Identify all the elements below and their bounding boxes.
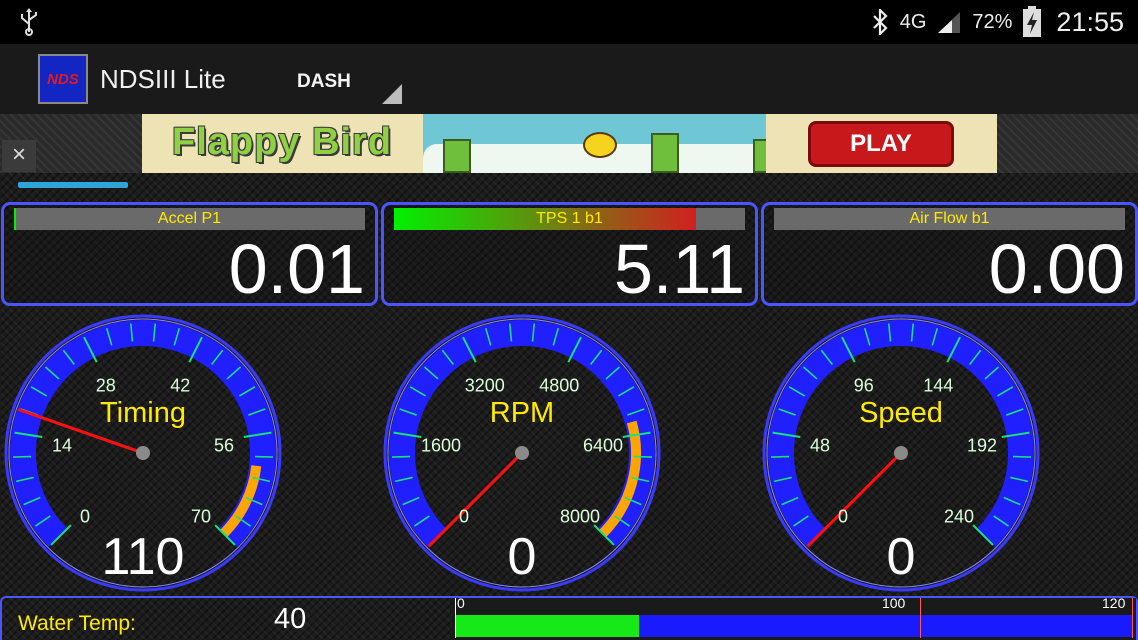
ad-pipe xyxy=(443,139,471,173)
gauge-tick-label: 70 xyxy=(190,506,211,527)
action-bar: NDS NDSIII Lite DASH xyxy=(0,44,1138,116)
scale-min-label: 0 xyxy=(457,595,465,611)
gauge-tick-label: 192 xyxy=(966,435,998,456)
ad-game-scene xyxy=(423,114,766,173)
gauge-timing[interactable]: Timing 110 0 14 28 42 56 70 xyxy=(3,313,283,593)
warning-mark xyxy=(919,598,921,638)
water-temp-value: 40 xyxy=(274,603,307,635)
gauge-value: 0 xyxy=(507,528,537,586)
water-temp-fill xyxy=(455,615,640,637)
ad-close-button[interactable]: × xyxy=(2,140,36,172)
gauge-value: 0 xyxy=(886,528,916,586)
clock: 21:55 xyxy=(1056,6,1124,37)
gauge-tick-label: 0 xyxy=(838,506,849,527)
ad-banner[interactable]: Flappy Bird PLAY xyxy=(142,114,997,173)
panel-accel-p1[interactable]: Accel P1 0.01 xyxy=(1,202,378,306)
gauge-minor-tick xyxy=(1012,455,1031,458)
water-temp-bar: 0 100 120 xyxy=(452,595,1136,640)
gauge-hub xyxy=(515,446,529,460)
ad-bird-icon xyxy=(583,132,617,158)
gauge-tick-label: 0 xyxy=(80,506,91,527)
gauge-tick-label: 240 xyxy=(943,506,974,527)
gauge-speed[interactable]: Speed 0 0 48 96 144 192 240 xyxy=(761,313,1041,593)
gauge-tick-label: 0 xyxy=(459,506,470,527)
gauge-tick-label: 96 xyxy=(853,375,874,396)
scale-max-label: 120 xyxy=(1102,595,1126,611)
gauge-minor-tick xyxy=(13,455,32,458)
gauge-hub xyxy=(894,446,908,460)
gauge-minor-tick xyxy=(392,455,411,458)
gauge-tick-label: 144 xyxy=(923,375,954,396)
panel-value: 0.01 xyxy=(228,230,365,308)
gauge-title: RPM xyxy=(489,397,555,429)
dropdown-triangle-icon xyxy=(382,84,402,104)
panel-air-flow-b1[interactable]: Air Flow b1 0.00 xyxy=(761,202,1138,306)
gauge-rpm[interactable]: RPM 0 0 1600 3200 4800 6400 8000 xyxy=(382,313,662,593)
panel-label: Accel P1 xyxy=(157,210,222,227)
gauge-tick-label: 3200 xyxy=(464,375,505,396)
gauge-tick-label: 28 xyxy=(95,375,116,396)
gauge-tick-label: 4800 xyxy=(539,375,580,396)
gauge-title: Timing xyxy=(100,397,186,429)
signal-icon xyxy=(938,12,961,33)
loading-indicator xyxy=(18,182,128,188)
status-bar: 4G 72% 21:55 xyxy=(0,0,1138,44)
ad-game-title: Flappy Bird xyxy=(172,121,393,163)
dash-selector[interactable]: DASH xyxy=(282,58,404,106)
app-title: NDSIII Lite xyxy=(100,64,226,94)
ad-pipe xyxy=(753,139,766,173)
gauge-minor-tick xyxy=(771,455,790,458)
dash-selector-label: DASH xyxy=(297,71,351,92)
max-mark xyxy=(1132,598,1133,638)
gauge-tick-label: 6400 xyxy=(582,435,624,456)
ad-play-button[interactable]: PLAY xyxy=(808,121,954,167)
scale-mid-label: 100 xyxy=(881,595,906,611)
gauge-minor-tick xyxy=(254,455,273,458)
panel-label: Air Flow b1 xyxy=(909,210,990,227)
battery-percent: 72% xyxy=(972,10,1013,33)
panel-value: 5.11 xyxy=(613,230,745,308)
gauge-value: 110 xyxy=(101,528,185,586)
gauge-hub xyxy=(136,446,150,460)
panel-bar: Accel P1 xyxy=(14,208,365,230)
gauge-tick-label: 8000 xyxy=(559,506,600,527)
network-type: 4G xyxy=(899,10,927,33)
ad-pipe xyxy=(651,133,679,173)
scale-zero-mark xyxy=(455,598,456,638)
gauge-title: Speed xyxy=(859,397,943,429)
gauge-minor-tick xyxy=(633,455,652,458)
panel-value: 0.00 xyxy=(988,230,1125,308)
bluetooth-icon xyxy=(872,9,888,35)
gauge-tick-label: 56 xyxy=(213,435,234,456)
panel-bar: Air Flow b1 xyxy=(774,208,1125,230)
gauge-tick-label: 42 xyxy=(170,375,191,396)
panel-tps-1-b1[interactable]: TPS 1 b1 5.11 xyxy=(381,202,758,306)
gauge-tick-label: 1600 xyxy=(420,435,462,456)
panel-bar: TPS 1 b1 xyxy=(394,208,745,230)
gauge-tick-label: 48 xyxy=(809,435,831,456)
panel-label: TPS 1 b1 xyxy=(536,210,603,227)
water-temp-label: Water Temp: xyxy=(18,612,136,635)
app-logo[interactable]: NDS xyxy=(38,54,88,104)
gauge-tick-label: 14 xyxy=(51,435,73,456)
battery-charging-icon xyxy=(1023,6,1042,37)
usb-icon xyxy=(21,8,37,36)
